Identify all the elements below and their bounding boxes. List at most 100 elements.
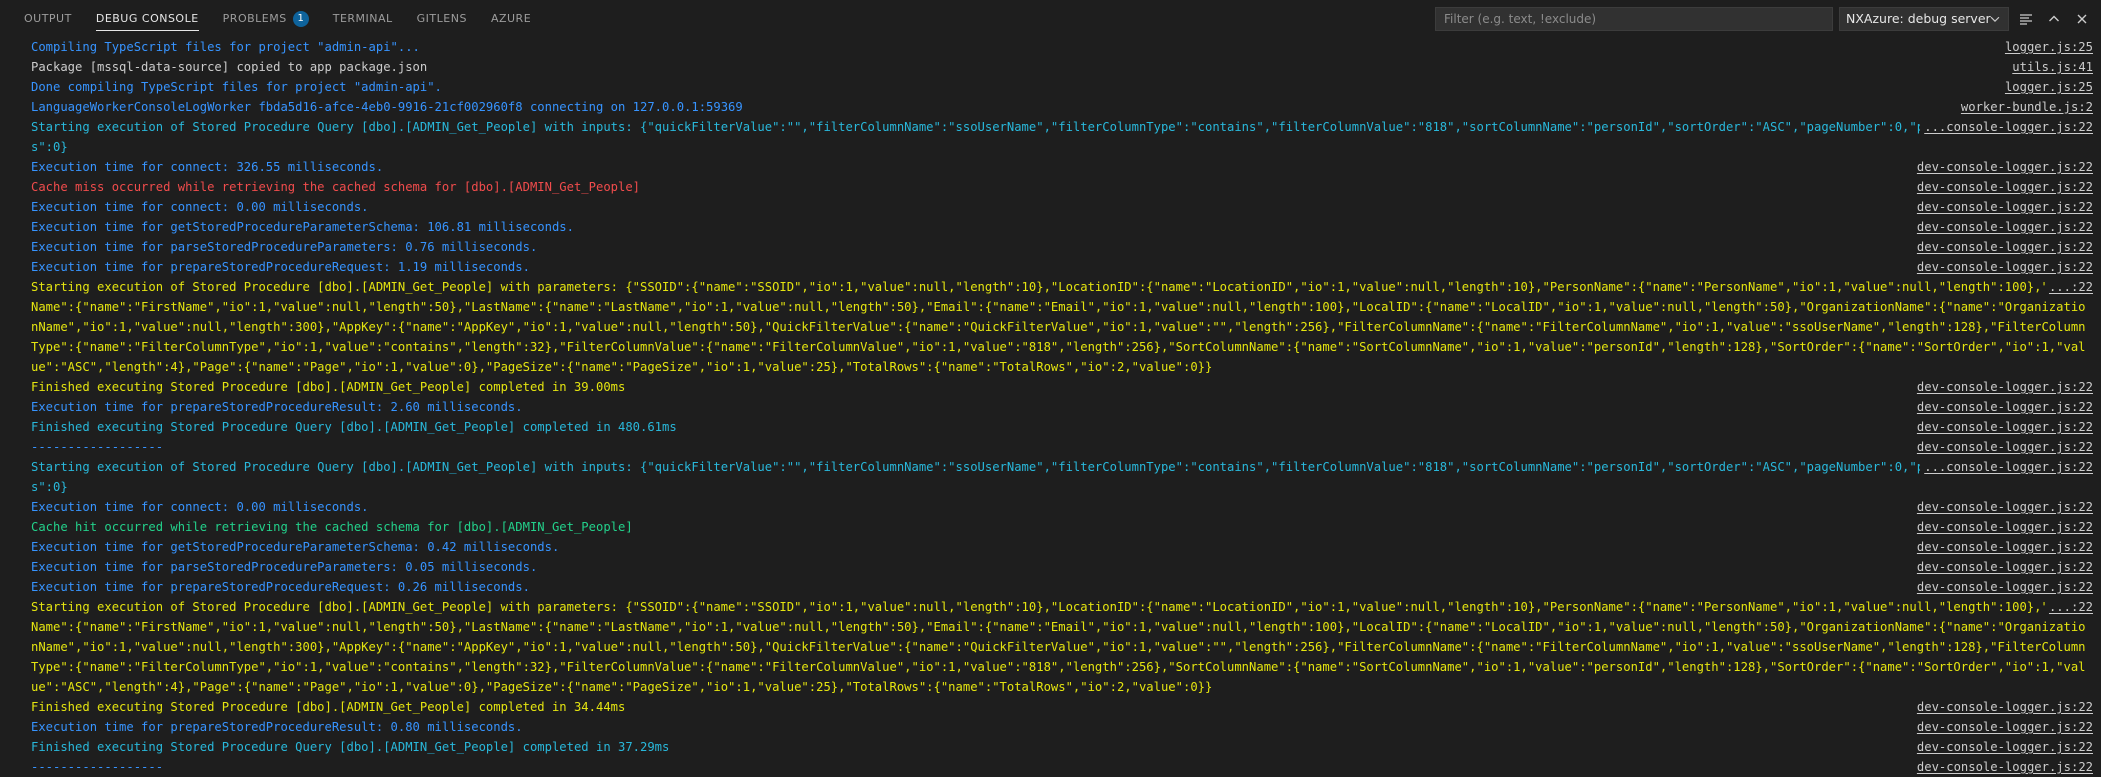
source-link[interactable]: dev-console-logger.js:22 [1917,557,2093,577]
console-message: Execution time for connect: 326.55 milli… [31,160,383,174]
source-link[interactable]: dev-console-logger.js:22 [1917,377,2093,397]
console-line: Execution time for getStoredProcedurePar… [0,217,2101,237]
console-line: Execution time for prepareStoredProcedur… [0,577,2101,597]
chevron-down-icon [1988,12,2002,26]
source-link[interactable]: dev-console-logger.js:22 [1917,737,2093,757]
console-message: Finished executing Stored Procedure [dbo… [31,380,625,394]
console-line: Execution time for connect: 0.00 millise… [0,497,2101,517]
panel-actions: NXAzure: debug server [1435,0,2093,37]
tab-label: OUTPUT [24,12,72,25]
maximize-panel-button[interactable] [2043,8,2065,30]
console-line: Package [mssql-data-source] copied to ap… [0,57,2101,77]
tab-label: DEBUG CONSOLE [96,12,199,25]
close-icon [2074,11,2090,27]
source-link[interactable]: dev-console-logger.js:22 [1917,517,2093,537]
debug-console-output[interactable]: Compiling TypeScript files for project "… [0,37,2101,776]
source-link[interactable]: dev-console-logger.js:22 [1917,497,2093,517]
source-link[interactable]: dev-console-logger.js:22 [1917,197,2093,217]
console-message: Execution time for prepareStoredProcedur… [31,720,523,734]
tab-label: PROBLEMS [223,12,287,25]
source-link[interactable]: ...console-logger.js:22 [1920,117,2093,137]
console-line: Cache hit occurred while retrieving the … [0,517,2101,537]
source-link[interactable]: dev-console-logger.js:22 [1917,757,2093,777]
console-message: LanguageWorkerConsoleLogWorker fbda5d16-… [31,100,743,114]
tab-problems[interactable]: PROBLEMS 1 [211,0,321,37]
source-link[interactable]: dev-console-logger.js:22 [1917,397,2093,417]
console-message: ------------------ [31,440,163,454]
source-link[interactable]: worker-bundle.js:2 [1961,97,2093,117]
problems-count-badge: 1 [293,11,309,27]
console-line: Done compiling TypeScript files for proj… [0,77,2101,97]
console-line: Cache miss occurred while retrieving the… [0,177,2101,197]
tab-debug-console[interactable]: DEBUG CONSOLE [84,0,211,37]
clear-console-button[interactable] [2015,8,2037,30]
console-line: Finished executing Stored Procedure [dbo… [0,697,2101,717]
tab-label: TERMINAL [333,12,393,25]
console-message: Execution time for getStoredProcedurePar… [31,220,574,234]
console-message: Cache hit occurred while retrieving the … [31,520,633,534]
console-line: Execution time for connect: 0.00 millise… [0,197,2101,217]
console-message: Starting execution of Stored Procedure Q… [31,460,2078,494]
console-line: Starting execution of Stored Procedure [… [0,597,2101,697]
source-link[interactable]: dev-console-logger.js:22 [1917,697,2093,717]
debug-session-select[interactable]: NXAzure: debug server [1839,7,2009,31]
source-link[interactable]: dev-console-logger.js:22 [1917,257,2093,277]
console-message: Execution time for prepareStoredProcedur… [31,400,523,414]
console-message: Done compiling TypeScript files for proj… [31,80,442,94]
console-message: Starting execution of Stored Procedure [… [31,280,2086,374]
tab-azure[interactable]: AZURE [479,0,543,37]
console-line: Starting execution of Stored Procedure Q… [0,117,2101,157]
source-link[interactable]: ...:22 [2045,597,2093,617]
console-line: Finished executing Stored Procedure Quer… [0,737,2101,757]
console-line: Execution time for parseStoredProcedureP… [0,237,2101,257]
console-message: Execution time for connect: 0.00 millise… [31,200,369,214]
console-line: LanguageWorkerConsoleLogWorker fbda5d16-… [0,97,2101,117]
source-link[interactable]: utils.js:41 [2012,57,2093,77]
debug-session-label: NXAzure: debug server [1846,11,1991,26]
source-link[interactable]: dev-console-logger.js:22 [1917,537,2093,557]
console-line: Starting execution of Stored Procedure Q… [0,457,2101,497]
source-link[interactable]: dev-console-logger.js:22 [1917,177,2093,197]
tab-terminal[interactable]: TERMINAL [321,0,405,37]
console-message: Compiling TypeScript files for project "… [31,40,420,54]
source-link[interactable]: ...console-logger.js:22 [1920,457,2093,477]
tab-label: AZURE [491,12,531,25]
console-line: Execution time for connect: 326.55 milli… [0,157,2101,177]
console-message: Cache miss occurred while retrieving the… [31,180,640,194]
panel-header: OUTPUT DEBUG CONSOLE PROBLEMS1 TERMINAL … [0,0,2101,37]
tab-output[interactable]: OUTPUT [12,0,84,37]
console-line: Finished executing Stored Procedure [dbo… [0,377,2101,397]
console-line: ------------------ dev-console-logger.js:… [0,437,2101,457]
console-message: Execution time for parseStoredProcedureP… [31,560,537,574]
console-message: Starting execution of Stored Procedure [… [31,600,2086,694]
source-link[interactable]: dev-console-logger.js:22 [1917,217,2093,237]
source-link[interactable]: dev-console-logger.js:22 [1917,417,2093,437]
tab-label: GITLENS [417,12,467,25]
console-message: Execution time for connect: 0.00 millise… [31,500,369,514]
console-line: Execution time for prepareStoredProcedur… [0,257,2101,277]
source-link[interactable]: dev-console-logger.js:22 [1917,157,2093,177]
tab-gitlens[interactable]: GITLENS [405,0,479,37]
console-message: Execution time for prepareStoredProcedur… [31,580,530,594]
console-line: Compiling TypeScript files for project "… [0,37,2101,57]
source-link[interactable]: logger.js:25 [2005,37,2093,57]
chevron-up-icon [2046,11,2062,27]
console-line: Execution time for getStoredProcedurePar… [0,537,2101,557]
console-line: Starting execution of Stored Procedure [… [0,277,2101,377]
console-message: Finished executing Stored Procedure Quer… [31,420,677,434]
console-line: ------------------ dev-console-logger.js:… [0,757,2101,777]
source-link[interactable]: logger.js:25 [2005,77,2093,97]
console-message: ------------------ [31,760,163,774]
list-filter-icon [2018,11,2034,27]
source-link[interactable]: dev-console-logger.js:22 [1917,437,2093,457]
source-link[interactable]: dev-console-logger.js:22 [1917,237,2093,257]
console-message: Execution time for prepareStoredProcedur… [31,260,530,274]
close-panel-button[interactable] [2071,8,2093,30]
console-message: Starting execution of Stored Procedure Q… [31,120,2078,154]
filter-input[interactable] [1435,7,1833,31]
console-message: Finished executing Stored Procedure [dbo… [31,700,625,714]
console-line: Execution time for prepareStoredProcedur… [0,717,2101,737]
source-link[interactable]: dev-console-logger.js:22 [1917,717,2093,737]
source-link[interactable]: ...:22 [2045,277,2093,297]
source-link[interactable]: dev-console-logger.js:22 [1917,577,2093,597]
